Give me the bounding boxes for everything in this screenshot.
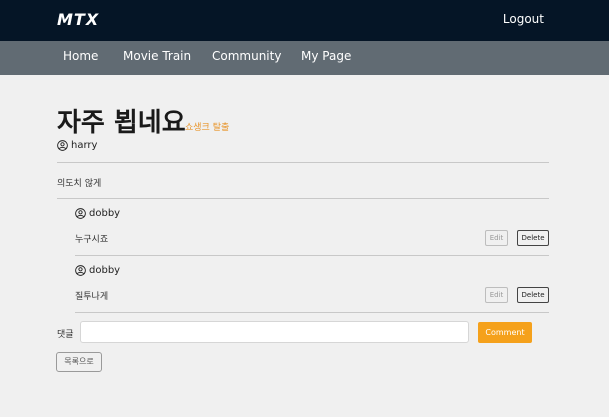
divider (57, 198, 549, 199)
comment-text: 질투나게 (75, 292, 109, 302)
post-body: 의도치 않게 (57, 179, 102, 189)
top-bar: MTX Logout (0, 0, 609, 41)
comment-edit-button[interactable]: Edit (485, 230, 508, 246)
comment-author: dobby (75, 265, 120, 277)
comment-author: dobby (75, 208, 120, 220)
nav-item-my-page[interactable]: My Page (301, 49, 351, 63)
comment-delete-button[interactable]: Delete (517, 230, 549, 246)
post-author-name: harry (71, 140, 98, 151)
user-circle-icon (57, 140, 68, 151)
nav-bar: Home Movie Train Community My Page (0, 41, 609, 75)
comment-submit-button[interactable]: Comment (478, 322, 532, 343)
comment-delete-button[interactable]: Delete (517, 287, 549, 303)
nav-item-movie-train[interactable]: Movie Train (123, 49, 191, 63)
comment-input[interactable] (80, 321, 469, 343)
comment-label: 댓글 (57, 330, 74, 340)
logo[interactable]: MTX (57, 10, 99, 29)
user-circle-icon (75, 208, 86, 219)
user-circle-icon (75, 265, 86, 276)
nav-item-home[interactable]: Home (63, 49, 98, 63)
post-title: 자주 뵙네요 (57, 108, 186, 138)
logout-link[interactable]: Logout (503, 12, 544, 26)
back-to-list-button[interactable]: 목록으로 (56, 352, 102, 372)
divider (75, 312, 549, 313)
nav-item-community[interactable]: Community (212, 49, 281, 63)
comment-edit-button[interactable]: Edit (485, 287, 508, 303)
comment-author-name: dobby (89, 208, 121, 219)
comment-author-name: dobby (89, 265, 121, 276)
post-author: harry (57, 140, 97, 152)
spoiler-movie-tag[interactable]: 쇼생크 탈출 (185, 120, 229, 133)
divider (75, 255, 549, 256)
comment-text: 누구시죠 (75, 235, 109, 245)
divider (57, 162, 549, 163)
